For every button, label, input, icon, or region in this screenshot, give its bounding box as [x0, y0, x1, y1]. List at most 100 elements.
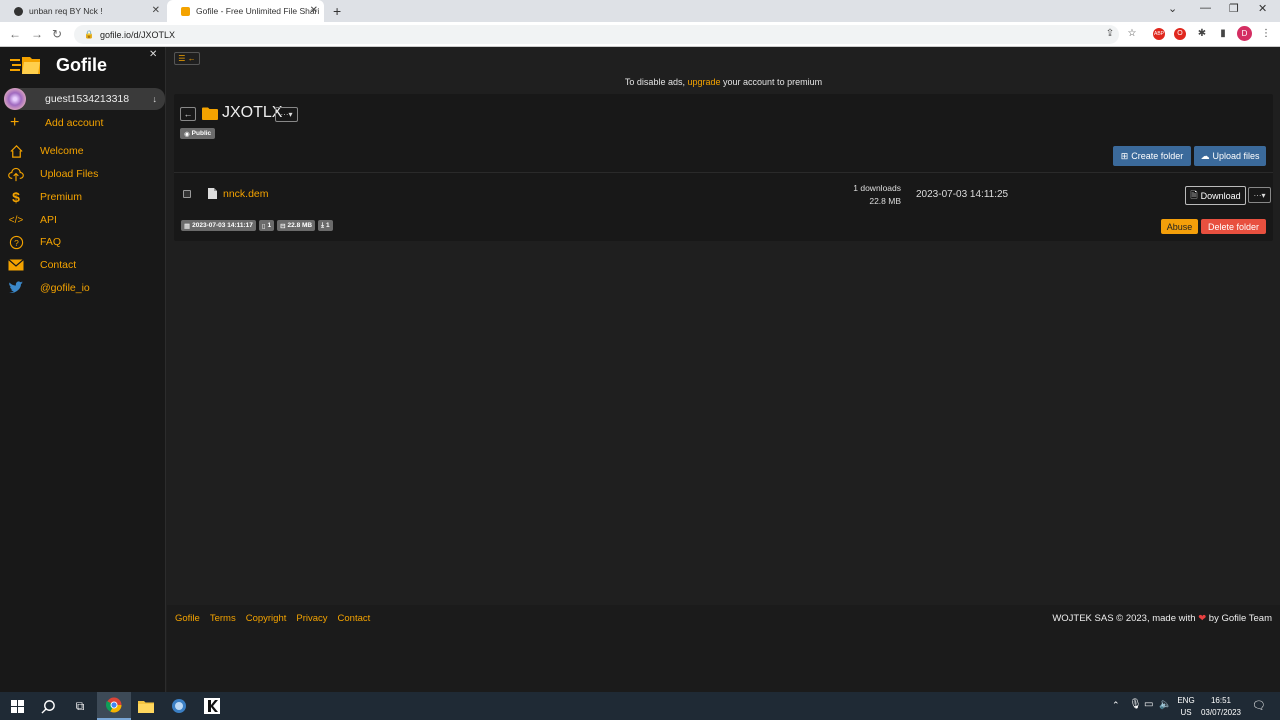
footer-link-terms[interactable]: Terms: [210, 613, 236, 624]
footer-link-gofile[interactable]: Gofile: [175, 613, 200, 624]
language: ENG: [1177, 696, 1195, 705]
twitter-icon: [8, 280, 24, 296]
volume-icon[interactable]: 🔈: [1159, 699, 1171, 710]
reload-icon[interactable]: ↻: [52, 27, 62, 41]
upload-files-button[interactable]: ☁ Upload files: [1194, 146, 1266, 166]
folder-icon: [202, 107, 218, 120]
sidebar-item-premium[interactable]: $ Premium: [8, 189, 82, 205]
game-app-taskbar-icon[interactable]: [195, 692, 229, 720]
globe-icon: [14, 6, 23, 16]
upgrade-link[interactable]: upgrade: [687, 77, 720, 87]
lock-icon: 🔒: [84, 30, 94, 39]
chrome-taskbar-icon[interactable]: [97, 692, 131, 720]
search-icon[interactable]: [31, 692, 65, 720]
share-icon[interactable]: ⇪: [1104, 28, 1116, 40]
os-taskbar: ⧉ ⌃ 🎙 ▭ 🔈 ENG US 16:51 03/07/2023 🗨: [0, 692, 1280, 720]
folder-stats: ▦ 2023-07-03 14:11:17 ▯ 1 ⊟ 22.8 MB ⤓ 1: [181, 220, 333, 231]
sidebar-item-contact[interactable]: Contact: [8, 257, 76, 273]
create-folder-label: Create folder: [1131, 151, 1184, 161]
file-options-button[interactable]: ···▾: [1248, 187, 1271, 203]
copyright-suffix: by Gofile Team: [1208, 613, 1272, 624]
restore-button[interactable]: ❐: [1229, 2, 1239, 15]
public-badge: ◉ Public: [180, 128, 216, 139]
plus-icon: +: [10, 114, 20, 131]
abuse-button[interactable]: Abuse: [1161, 219, 1198, 234]
back-button[interactable]: ←: [180, 107, 196, 121]
cloud-upload-icon: [8, 166, 24, 182]
eye-icon: ◉: [184, 130, 190, 138]
sidebar-item-api[interactable]: </> API: [8, 212, 57, 228]
network-icon[interactable]: ▭: [1144, 699, 1153, 710]
microphone-icon[interactable]: 🎙: [1129, 699, 1142, 710]
sidebar-item-label: Welcome: [40, 145, 84, 157]
total-size: 22.8 MB: [287, 222, 313, 229]
opera-extension-icon[interactable]: O: [1174, 28, 1186, 40]
add-account-link[interactable]: + Add account: [10, 114, 103, 132]
url-input[interactable]: 🔒 gofile.io/d/JXOTLX: [74, 25, 1119, 44]
clock-time: 16:51: [1210, 696, 1232, 705]
notifications-icon[interactable]: 🗨: [1252, 699, 1266, 712]
language-indicator[interactable]: ENG US: [1177, 696, 1195, 717]
new-tab-button[interactable]: +: [333, 3, 341, 19]
browser-tab-active[interactable]: Gofile - Free Unlimited File Shari ✕: [167, 0, 324, 22]
gofile-favicon-icon: [181, 6, 190, 16]
envelope-icon: [8, 257, 24, 273]
close-tab-icon[interactable]: ✕: [152, 5, 160, 16]
task-view-icon[interactable]: ⧉: [63, 692, 97, 720]
files-icon: ▯: [261, 222, 266, 230]
ad-notice: To disable ads, upgrade your account to …: [167, 77, 1280, 87]
windows-start-icon[interactable]: [0, 692, 34, 720]
folder-panel: ← JXOTLX ···▾ ◉ Public ⊞ Create folder ☁…: [174, 94, 1273, 241]
show-hidden-icons-icon[interactable]: ⌃: [1112, 700, 1120, 711]
file-name-link[interactable]: nnck.dem: [223, 188, 269, 200]
sidebar-item-faq[interactable]: ? FAQ: [8, 234, 61, 250]
sidebar-item-welcome[interactable]: Welcome: [8, 143, 84, 159]
ad-prefix: To disable ads,: [624, 77, 685, 87]
folder-options-button[interactable]: ···▾: [275, 107, 298, 122]
sidebar-item-twitter[interactable]: @gofile_io: [8, 280, 90, 296]
file-count-badge: ▯ 1: [258, 220, 275, 231]
file-checkbox[interactable]: [183, 190, 191, 198]
question-icon: ?: [8, 234, 24, 250]
bookmark-star-icon[interactable]: ☆: [1126, 28, 1138, 40]
footer-link-privacy[interactable]: Privacy: [296, 613, 327, 624]
close-tab-icon[interactable]: ✕: [310, 5, 318, 16]
gofile-logo[interactable]: Gofile: [10, 54, 107, 76]
delete-folder-button[interactable]: Delete folder: [1201, 219, 1266, 234]
footer-link-contact[interactable]: Contact: [338, 613, 371, 624]
profile-avatar[interactable]: D: [1237, 26, 1252, 41]
browser-tab-inactive[interactable]: unban req BY Nck ! ✕: [0, 0, 166, 22]
close-window-button[interactable]: ✕: [1258, 2, 1267, 15]
account-selector[interactable]: guest1534213318 ↓: [4, 88, 165, 110]
back-arrow-icon[interactable]: ←: [9, 27, 21, 41]
toggle-sidebar-button[interactable]: ☰ ←: [174, 52, 200, 65]
home-icon: [8, 143, 24, 159]
tab-search-icon[interactable]: ⌄: [1168, 2, 1177, 15]
clock[interactable]: 16:51 03/07/2023: [1199, 696, 1243, 717]
svg-text:?: ?: [14, 237, 19, 247]
heart-icon: ❤: [1198, 613, 1207, 624]
sidebar-item-upload-files[interactable]: Upload Files: [8, 166, 98, 182]
tab-title: unban req BY Nck !: [29, 6, 103, 16]
add-account-label: Add account: [45, 117, 104, 129]
extensions-puzzle-icon[interactable]: ✱: [1196, 28, 1208, 40]
browser-tab-strip: unban req BY Nck ! ✕ Gofile - Free Unlim…: [0, 0, 1280, 22]
file-explorer-icon[interactable]: [129, 692, 163, 720]
download-button[interactable]: 🗎 Download: [1185, 186, 1246, 205]
create-folder-button[interactable]: ⊞ Create folder: [1113, 146, 1191, 166]
file-icon: [208, 188, 217, 199]
side-panel-icon[interactable]: ▮: [1217, 28, 1229, 40]
adblock-extension-icon[interactable]: ABP: [1153, 28, 1165, 40]
app-taskbar-icon[interactable]: [162, 692, 196, 720]
download-label: Download: [1200, 190, 1241, 201]
file-download-count: 1 downloads: [853, 183, 901, 193]
upload-files-label: Upload files: [1212, 151, 1260, 161]
browser-menu-icon[interactable]: ⋮: [1260, 28, 1272, 40]
footer: Gofile Terms Copyright Privacy Contact W…: [167, 605, 1280, 692]
dollar-icon: $: [12, 189, 20, 205]
code-icon: </>: [8, 214, 24, 226]
minimize-button[interactable]: —: [1200, 2, 1211, 14]
close-sidebar-icon[interactable]: ✕: [149, 49, 157, 60]
forward-arrow-icon[interactable]: →: [31, 27, 43, 41]
footer-link-copyright[interactable]: Copyright: [246, 613, 287, 624]
